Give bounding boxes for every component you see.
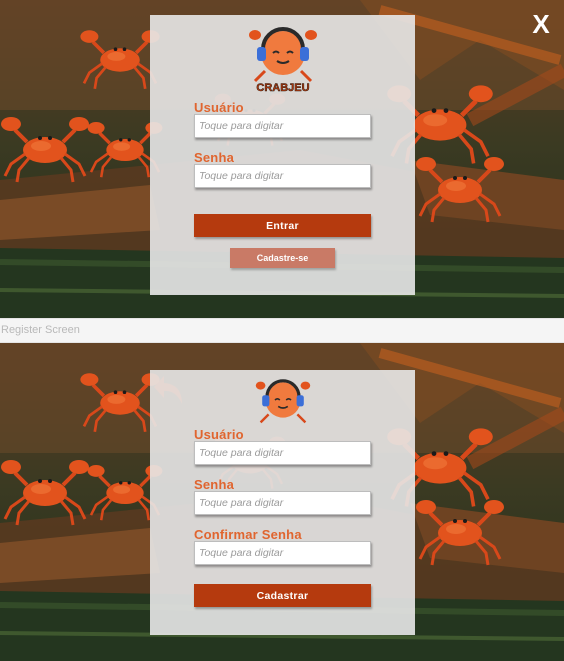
close-icon[interactable]: X xyxy=(526,6,556,40)
crabjeu-logo: CRABJEU xyxy=(248,27,317,94)
username-label: Usuário xyxy=(194,427,244,442)
register-screen-header: Register Screen xyxy=(0,318,564,343)
login-panel: CRABJEU Usuário Senha Entrar Cadastre-se xyxy=(150,15,415,295)
password-label: Senha xyxy=(194,477,235,492)
confirm-password-label: Confirmar Senha xyxy=(194,527,302,542)
password-input[interactable] xyxy=(194,491,371,515)
register-panel: Usuário Senha Confirmar Senha Cadastrar xyxy=(150,370,415,635)
username-input[interactable] xyxy=(194,114,371,138)
enter-button[interactable]: Entrar xyxy=(194,214,371,237)
password-input[interactable] xyxy=(194,164,371,188)
password-label: Senha xyxy=(194,150,235,165)
crab-logo xyxy=(254,379,311,424)
login-screen: CRABJEU Usuário Senha Entrar Cadastre-se… xyxy=(0,0,564,318)
register-screen: Usuário Senha Confirmar Senha Cadastrar xyxy=(0,343,564,661)
close-label: X xyxy=(532,9,550,39)
signup-button[interactable]: Cadastre-se xyxy=(230,248,335,268)
username-input[interactable] xyxy=(194,441,371,465)
username-label: Usuário xyxy=(194,100,244,115)
register-button[interactable]: Cadastrar xyxy=(194,584,371,607)
logo-text: CRABJEU xyxy=(256,82,309,94)
register-screen-title: Register Screen xyxy=(1,324,80,336)
confirm-password-input[interactable] xyxy=(194,541,371,565)
